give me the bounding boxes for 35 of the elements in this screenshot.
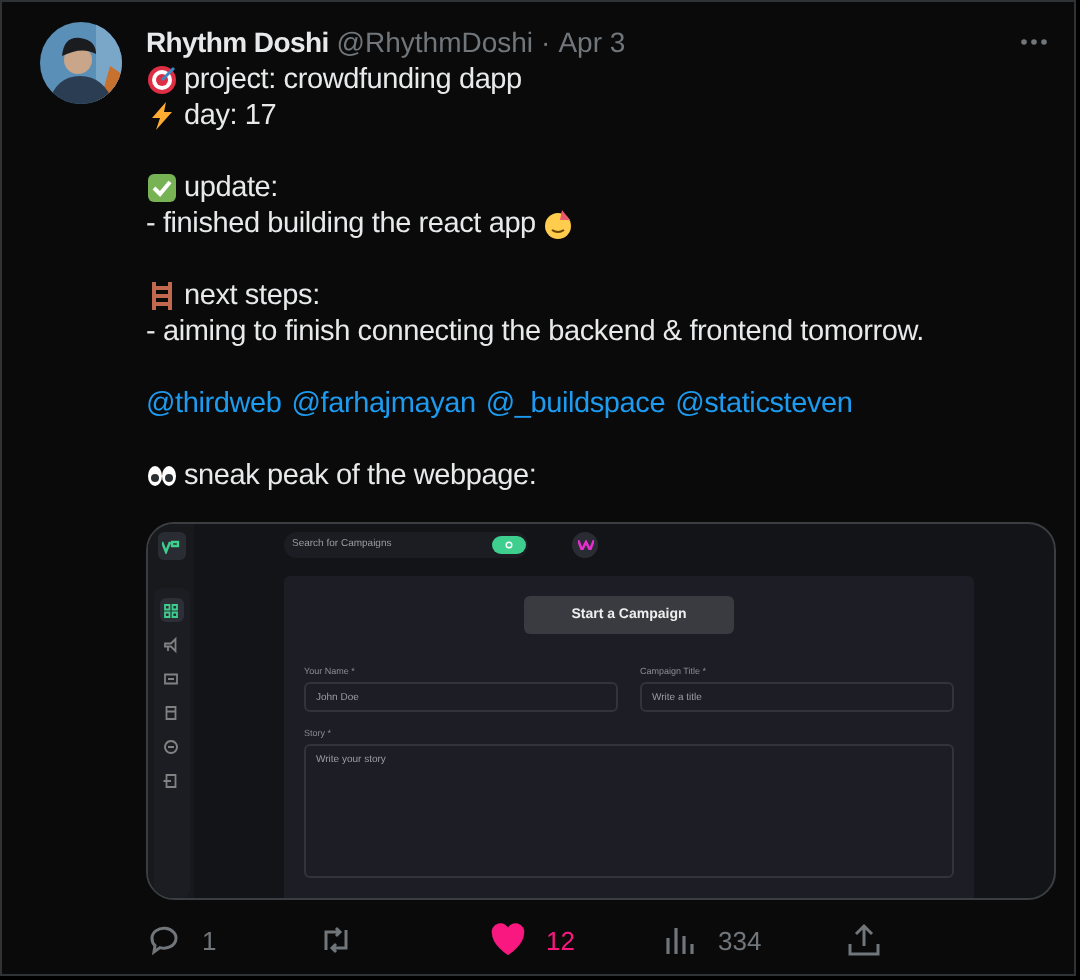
post-text: - finished building the react app bbox=[146, 208, 536, 240]
ladder-icon bbox=[146, 280, 178, 312]
action-count: 334 bbox=[718, 925, 762, 955]
post-text: project: crowdfunding dapp bbox=[184, 64, 522, 96]
post-text: update: bbox=[184, 172, 278, 204]
action-count: 12 bbox=[546, 925, 575, 955]
post-text: day: 17 bbox=[184, 100, 277, 132]
mention-link[interactable]: @_buildspace bbox=[485, 388, 666, 420]
party-face-icon bbox=[541, 208, 574, 240]
check-icon bbox=[146, 172, 178, 204]
eyes-icon bbox=[146, 460, 178, 492]
reply-icon[interactable] bbox=[146, 922, 182, 958]
share-icon[interactable] bbox=[846, 922, 882, 958]
post-text: next steps: bbox=[184, 280, 320, 312]
post-date[interactable]: Apr 3 bbox=[558, 26, 626, 58]
mention-link[interactable]: @staticsteven bbox=[675, 388, 853, 420]
nav-icon[interactable] bbox=[159, 598, 183, 622]
views-chart-icon[interactable] bbox=[662, 922, 698, 958]
search-icon bbox=[492, 535, 526, 553]
author-name[interactable]: Rhythm Doshi bbox=[146, 26, 329, 58]
search-button[interactable] bbox=[492, 531, 528, 557]
logo-icon bbox=[157, 532, 185, 560]
lightning-icon bbox=[146, 100, 178, 132]
nav-icon[interactable] bbox=[159, 734, 183, 758]
profile-icon[interactable] bbox=[572, 531, 598, 557]
mention-link[interactable]: @farhajmayan bbox=[291, 388, 476, 420]
action-count: 1 bbox=[202, 925, 217, 955]
author-handle[interactable]: @RhythmDoshi bbox=[336, 26, 534, 58]
post-text: - aiming to finish connecting the backend & frontend tomorrow. bbox=[146, 316, 924, 348]
avatar[interactable] bbox=[40, 22, 122, 104]
post-text: sneak peak of the webpage: bbox=[184, 460, 537, 492]
separator-dot: · bbox=[541, 26, 551, 58]
heart-icon[interactable] bbox=[490, 922, 526, 958]
target-icon bbox=[146, 64, 178, 96]
mention-link[interactable]: @thirdweb bbox=[146, 388, 282, 420]
